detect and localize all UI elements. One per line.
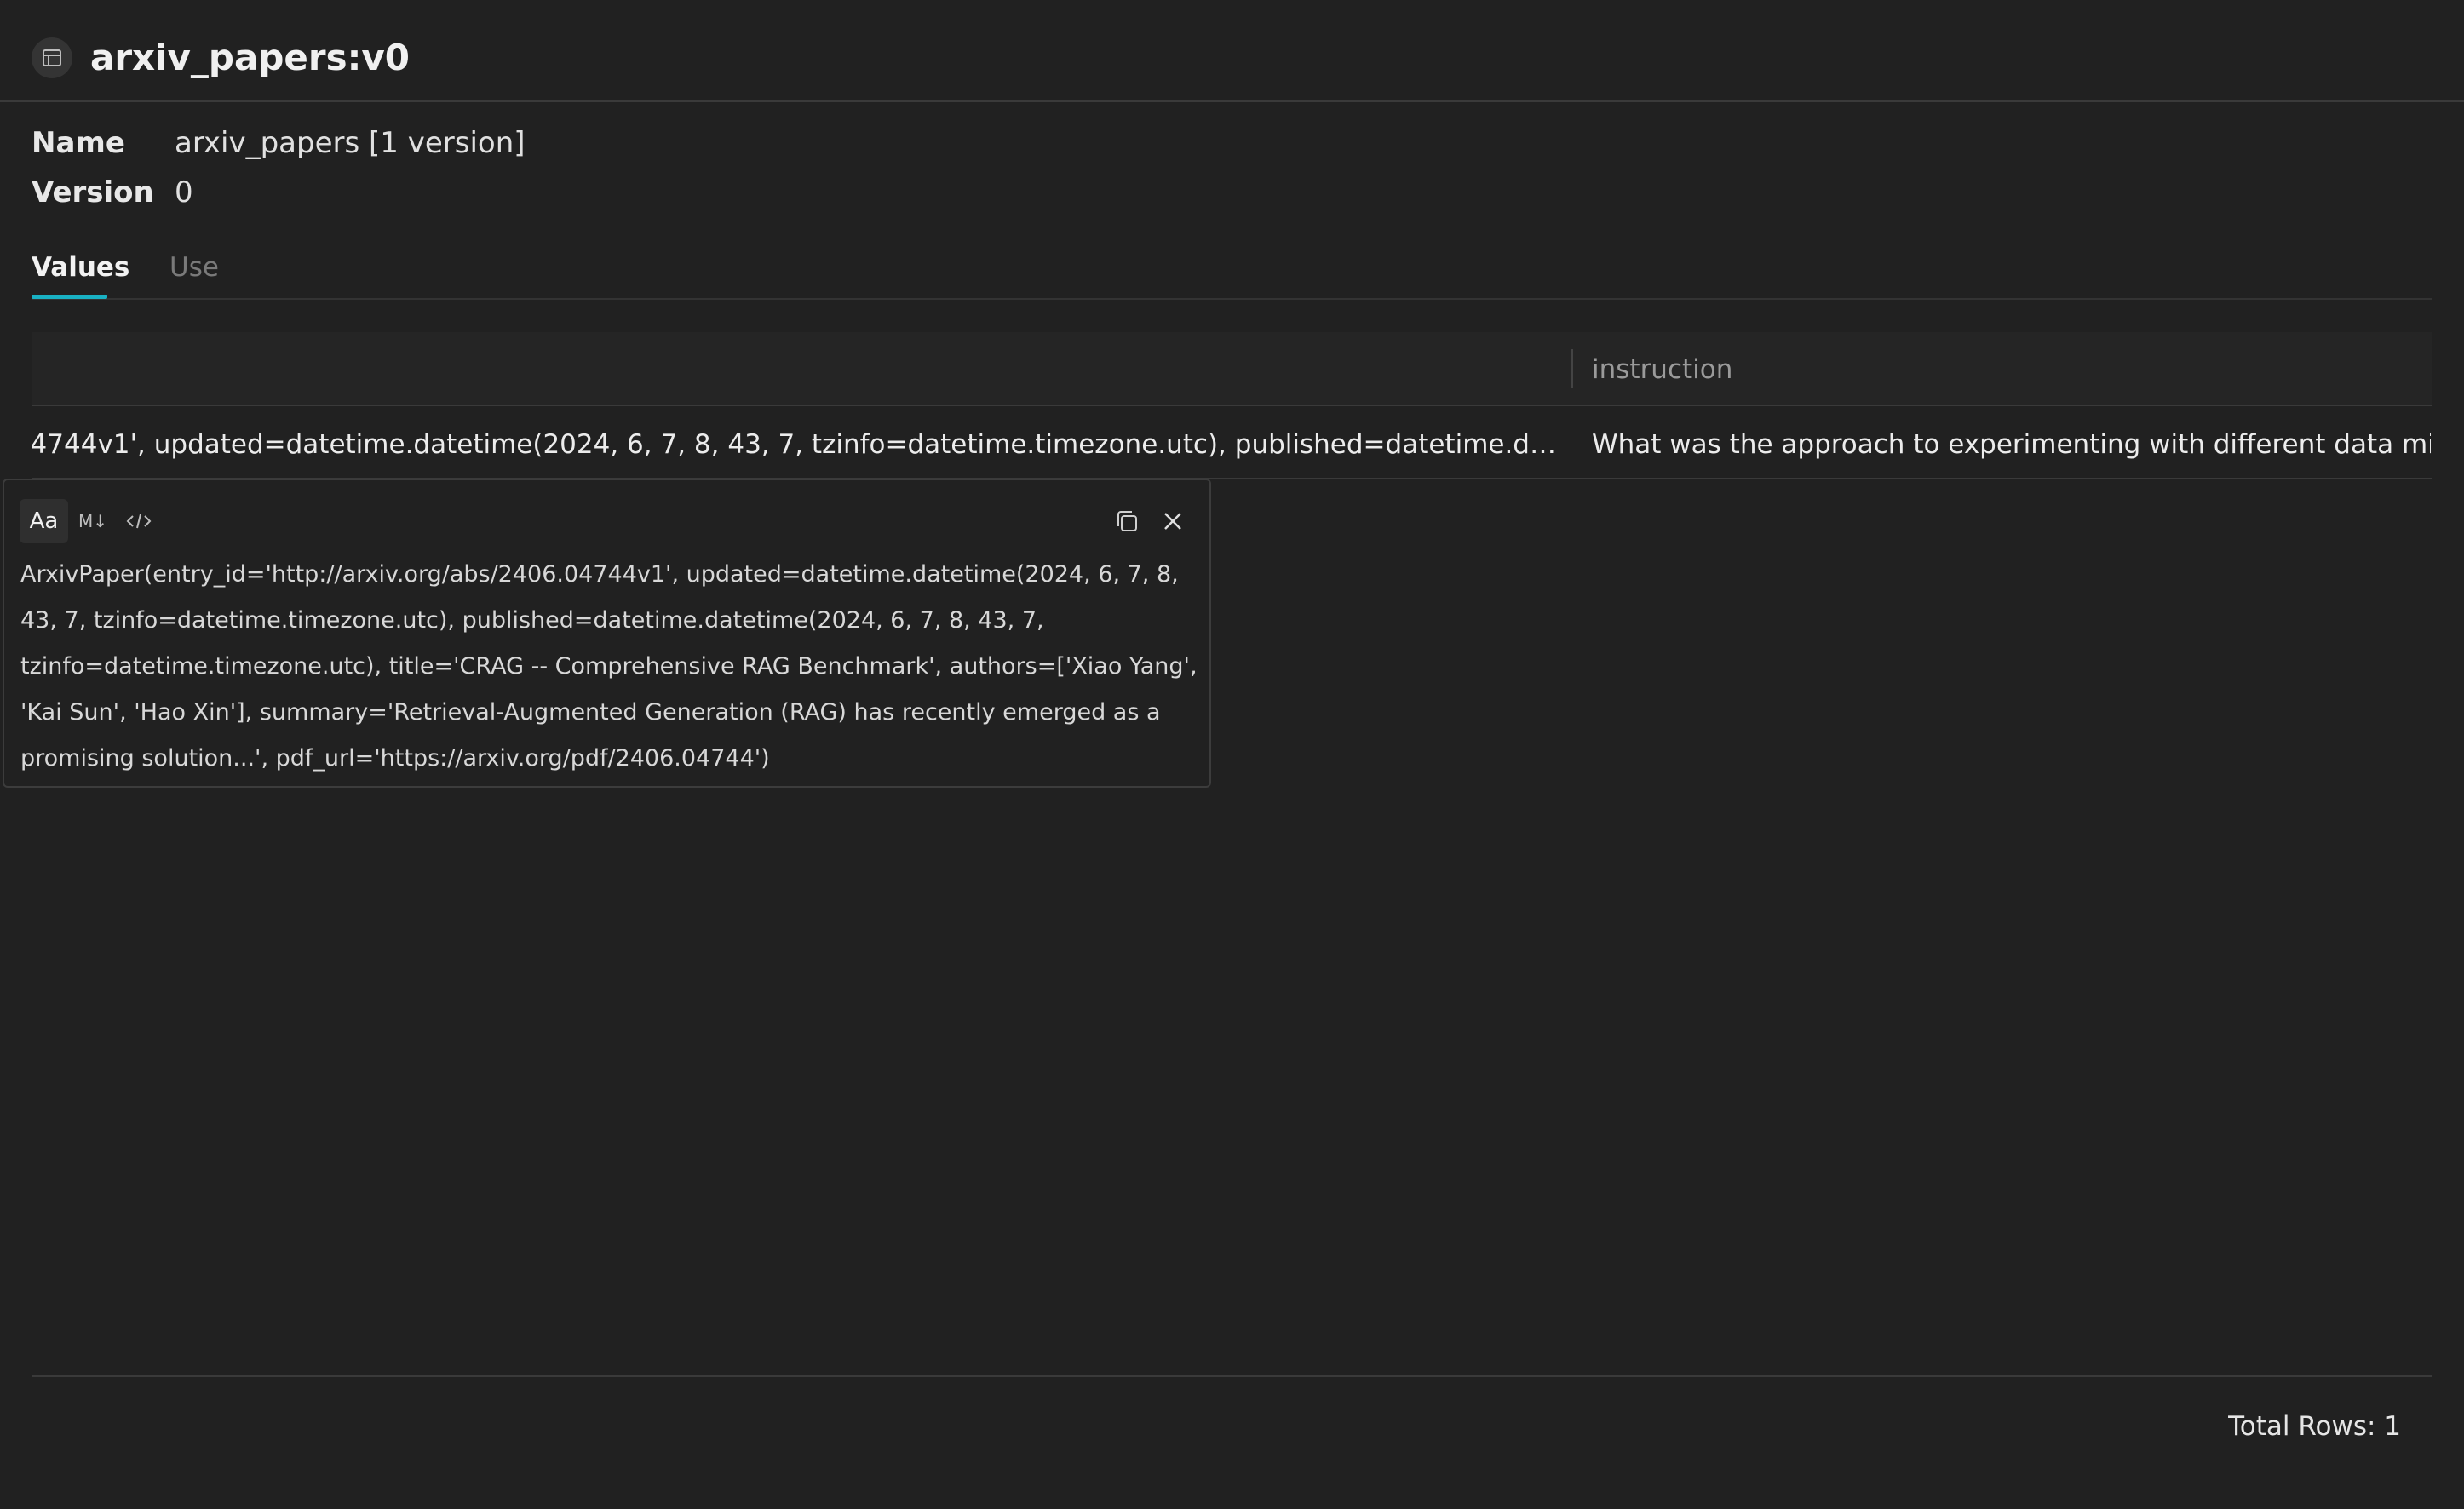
table-icon (32, 37, 72, 78)
page-header: arxiv_papers:v0 (0, 0, 2464, 102)
tab-use[interactable]: Use (169, 249, 219, 286)
table-header (32, 332, 2432, 406)
page-title: arxiv_papers:v0 (90, 37, 410, 78)
column-header-instruction[interactable]: instruction (1592, 351, 1732, 388)
markdown-mode-button[interactable]: M↓ (74, 499, 112, 543)
code-mode-button[interactable] (120, 499, 158, 543)
name-label: Name (32, 126, 125, 160)
cell-value-popup: Aa M↓ ArxivPaper(entry_id='http://arxiv.… (3, 479, 1211, 788)
footer-divider (32, 1375, 2432, 1377)
version-value: 0 (175, 175, 193, 209)
copy-icon (1117, 511, 1137, 531)
object-viewer-page: arxiv_papers:v0 Name arxiv_papers [1 ver… (0, 0, 2464, 1509)
column-resize-handle[interactable] (1571, 349, 1573, 388)
table-cell-instruction[interactable]: What was the approach to experimenting w… (1592, 426, 2431, 463)
close-button[interactable] (1154, 499, 1192, 543)
copy-button[interactable] (1108, 499, 1146, 543)
name-value: arxiv_papers [1 version] (175, 126, 526, 160)
tab-values[interactable]: Values (32, 249, 129, 286)
popup-value-text: ArxivPaper(entry_id='http://arxiv.org/ab… (20, 561, 1198, 772)
table-cell-paper[interactable]: iv.org/abs/2406.04744v1', updated=dateti… (32, 426, 1556, 463)
total-rows-count: Total Rows: 1 (2228, 1411, 2401, 1442)
text-mode-button[interactable]: Aa (20, 499, 68, 543)
code-icon (126, 514, 152, 529)
table-cell-paper-text: iv.org/abs/2406.04744v1', updated=dateti… (32, 429, 1556, 460)
tabs-divider (32, 298, 2432, 300)
version-label: Version (32, 175, 154, 209)
active-tab-indicator (32, 295, 107, 299)
close-icon (1164, 513, 1181, 530)
